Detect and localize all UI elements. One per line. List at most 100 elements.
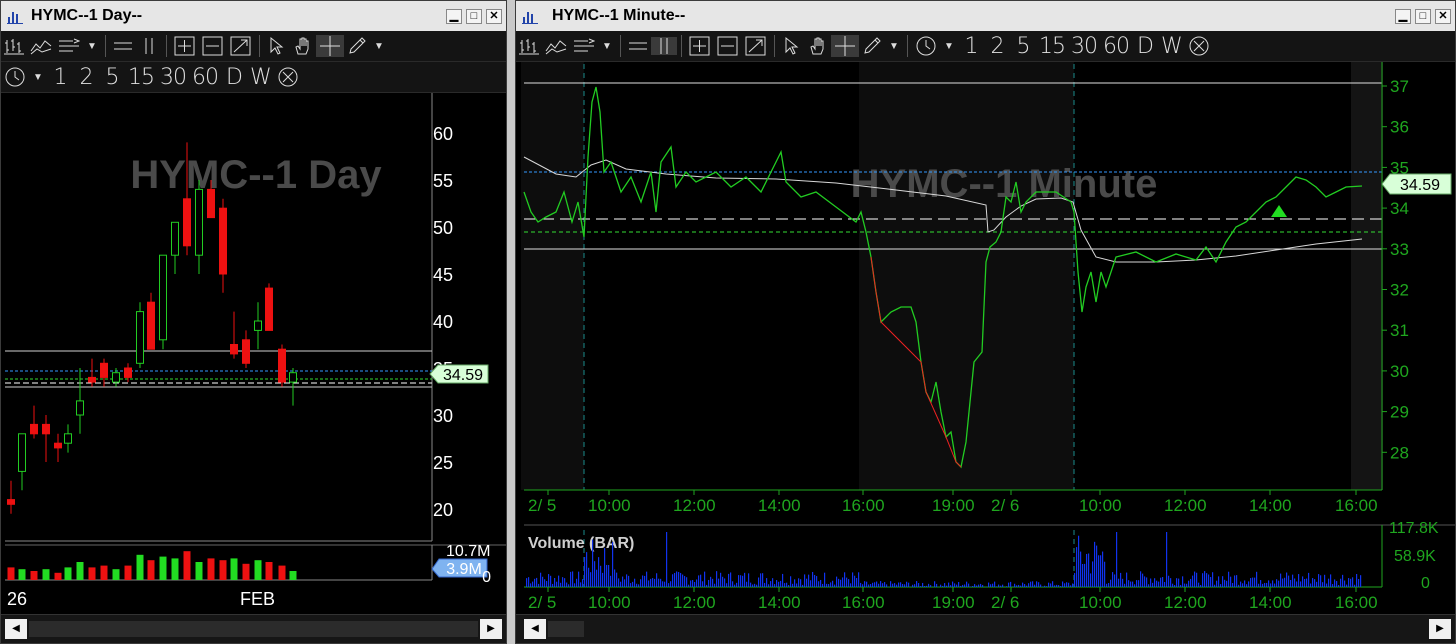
minute-x-label: 10:00: [1079, 593, 1122, 612]
close-button[interactable]: ✕: [486, 9, 502, 24]
minute-volume-bar: [680, 572, 682, 587]
timeframe-daily[interactable]: D: [1132, 34, 1158, 59]
daily-price-chart[interactable]: HYMC--1 Day 605550454035302520 34.59 10.…: [1, 93, 506, 615]
vline-icon[interactable]: [136, 37, 162, 55]
minute-window-title: HYMC--1 Minute--: [552, 7, 686, 24]
minute-price-chart[interactable]: HYMC--1 Minute 37363534333231302928 2/ 5…: [516, 62, 1455, 615]
minute-volume-bar: [1192, 575, 1194, 587]
scroll-track[interactable]: [29, 621, 478, 637]
daily-titlebar[interactable]: HYMC--1 Day-- ▁ □ ✕: [1, 1, 506, 31]
scroll-left-button[interactable]: ◀: [5, 619, 27, 639]
minute-volume-bar: [1142, 573, 1144, 587]
afterhours-shade: [859, 62, 1074, 490]
pencil-icon[interactable]: [344, 36, 370, 56]
minute-volume-bar: [1190, 578, 1192, 587]
scroll-right-button[interactable]: ▶: [1429, 619, 1451, 639]
minute-volume-bar: [542, 576, 544, 587]
zoom-in-icon[interactable]: [171, 36, 199, 56]
timeframe-60[interactable]: 60: [1100, 34, 1132, 59]
close-button[interactable]: ✕: [1435, 9, 1451, 24]
timeframe-1[interactable]: 1: [47, 65, 73, 90]
dropdown-icon[interactable]: ▼: [83, 41, 101, 52]
vline-icon[interactable]: [651, 37, 677, 55]
hline-icon[interactable]: [625, 37, 651, 55]
timeframe-5[interactable]: 5: [1010, 34, 1036, 59]
minute-volume-bar: [808, 574, 810, 587]
scroll-right-button[interactable]: ▶: [480, 619, 502, 639]
scroll-left-button[interactable]: ◀: [524, 619, 546, 639]
dropdown-icon[interactable]: ▼: [29, 72, 47, 83]
minute-volume-bar: [1312, 578, 1314, 587]
pointer-icon[interactable]: [779, 36, 805, 56]
hand-icon[interactable]: [290, 36, 316, 56]
hline-icon[interactable]: [110, 37, 136, 55]
timeframe-weekly[interactable]: W: [247, 65, 274, 90]
minute-volume-bar: [902, 583, 904, 587]
timeframe-60[interactable]: 60: [189, 65, 221, 90]
daily-chart-window: HYMC--1 Day-- ▁ □ ✕ ▼ ▼ ▼ 1 2 5 15 30 60: [0, 0, 507, 644]
minute-volume-bar: [686, 577, 688, 587]
close-circle-icon[interactable]: [1185, 35, 1213, 57]
minute-volume-bar: [556, 581, 558, 587]
minute-volume-bar: [928, 583, 930, 587]
line-chart-icon[interactable]: [27, 37, 55, 55]
zoom-fit-icon[interactable]: [742, 36, 770, 56]
clock-icon[interactable]: [1, 66, 29, 88]
dropdown-icon[interactable]: ▼: [598, 41, 616, 52]
timeframe-2[interactable]: 2: [984, 34, 1010, 59]
timeframe-5[interactable]: 5: [99, 65, 125, 90]
bar-chart-icon[interactable]: [1, 37, 27, 55]
daily-volume-bar: [278, 565, 286, 580]
maximize-button[interactable]: □: [1415, 9, 1431, 24]
maximize-button[interactable]: □: [466, 9, 482, 24]
timeframe-30[interactable]: 30: [157, 65, 189, 90]
hand-icon[interactable]: [805, 36, 831, 56]
minute-volume-bar: [914, 584, 916, 587]
minute-scrollbar[interactable]: ◀ ▶: [516, 614, 1455, 643]
zoom-out-icon[interactable]: [199, 36, 227, 56]
studies-icon[interactable]: [55, 37, 83, 55]
minimize-button[interactable]: ▁: [446, 9, 462, 24]
zoom-fit-icon[interactable]: [227, 36, 255, 56]
timeframe-15[interactable]: 15: [125, 65, 157, 90]
clock-icon[interactable]: [912, 35, 940, 57]
zoom-in-icon[interactable]: [686, 36, 714, 56]
minute-volume-bar: [794, 579, 796, 587]
crosshair-icon[interactable]: [316, 35, 344, 57]
timeframe-2[interactable]: 2: [73, 65, 99, 90]
studies-icon[interactable]: [570, 37, 598, 55]
toolbar-separator: [907, 35, 908, 57]
timeframe-30[interactable]: 30: [1068, 34, 1100, 59]
timeframe-15[interactable]: 15: [1036, 34, 1068, 59]
close-circle-icon[interactable]: [274, 66, 302, 88]
daily-scrollbar[interactable]: ◀ ▶: [1, 614, 506, 643]
minute-volume-bar: [756, 584, 758, 587]
minute-volume-bar: [864, 581, 866, 587]
minute-volume-bar: [758, 577, 760, 587]
timeframe-weekly[interactable]: W: [1158, 34, 1185, 59]
minute-volume-bar: [920, 586, 922, 587]
timeframe-1[interactable]: 1: [958, 34, 984, 59]
zoom-out-icon[interactable]: [714, 36, 742, 56]
dropdown-icon[interactable]: ▼: [885, 41, 903, 52]
pointer-icon[interactable]: [264, 36, 290, 56]
minute-volume-bar: [860, 582, 862, 587]
minute-volume-bar: [942, 585, 944, 587]
dropdown-icon[interactable]: ▼: [940, 41, 958, 52]
timeframe-daily[interactable]: D: [221, 65, 247, 90]
minute-volume-bar: [566, 582, 568, 587]
minute-x-label: 14:00: [1249, 496, 1292, 515]
line-chart-icon[interactable]: [542, 37, 570, 55]
pencil-icon[interactable]: [859, 36, 885, 56]
minute-volume-bar: [684, 576, 686, 587]
minimize-button[interactable]: ▁: [1395, 9, 1411, 24]
minute-volume-bar: [1264, 582, 1266, 587]
minute-volume-bar: [1174, 584, 1176, 587]
scroll-track[interactable]: [548, 621, 584, 637]
minute-titlebar[interactable]: HYMC--1 Minute-- ▁ □ ✕: [516, 1, 1455, 31]
minute-volume-bar: [878, 583, 880, 587]
dropdown-icon[interactable]: ▼: [370, 41, 388, 52]
minute-volume-bar: [1024, 584, 1026, 587]
crosshair-icon[interactable]: [831, 35, 859, 57]
bar-chart-icon[interactable]: [516, 37, 542, 55]
